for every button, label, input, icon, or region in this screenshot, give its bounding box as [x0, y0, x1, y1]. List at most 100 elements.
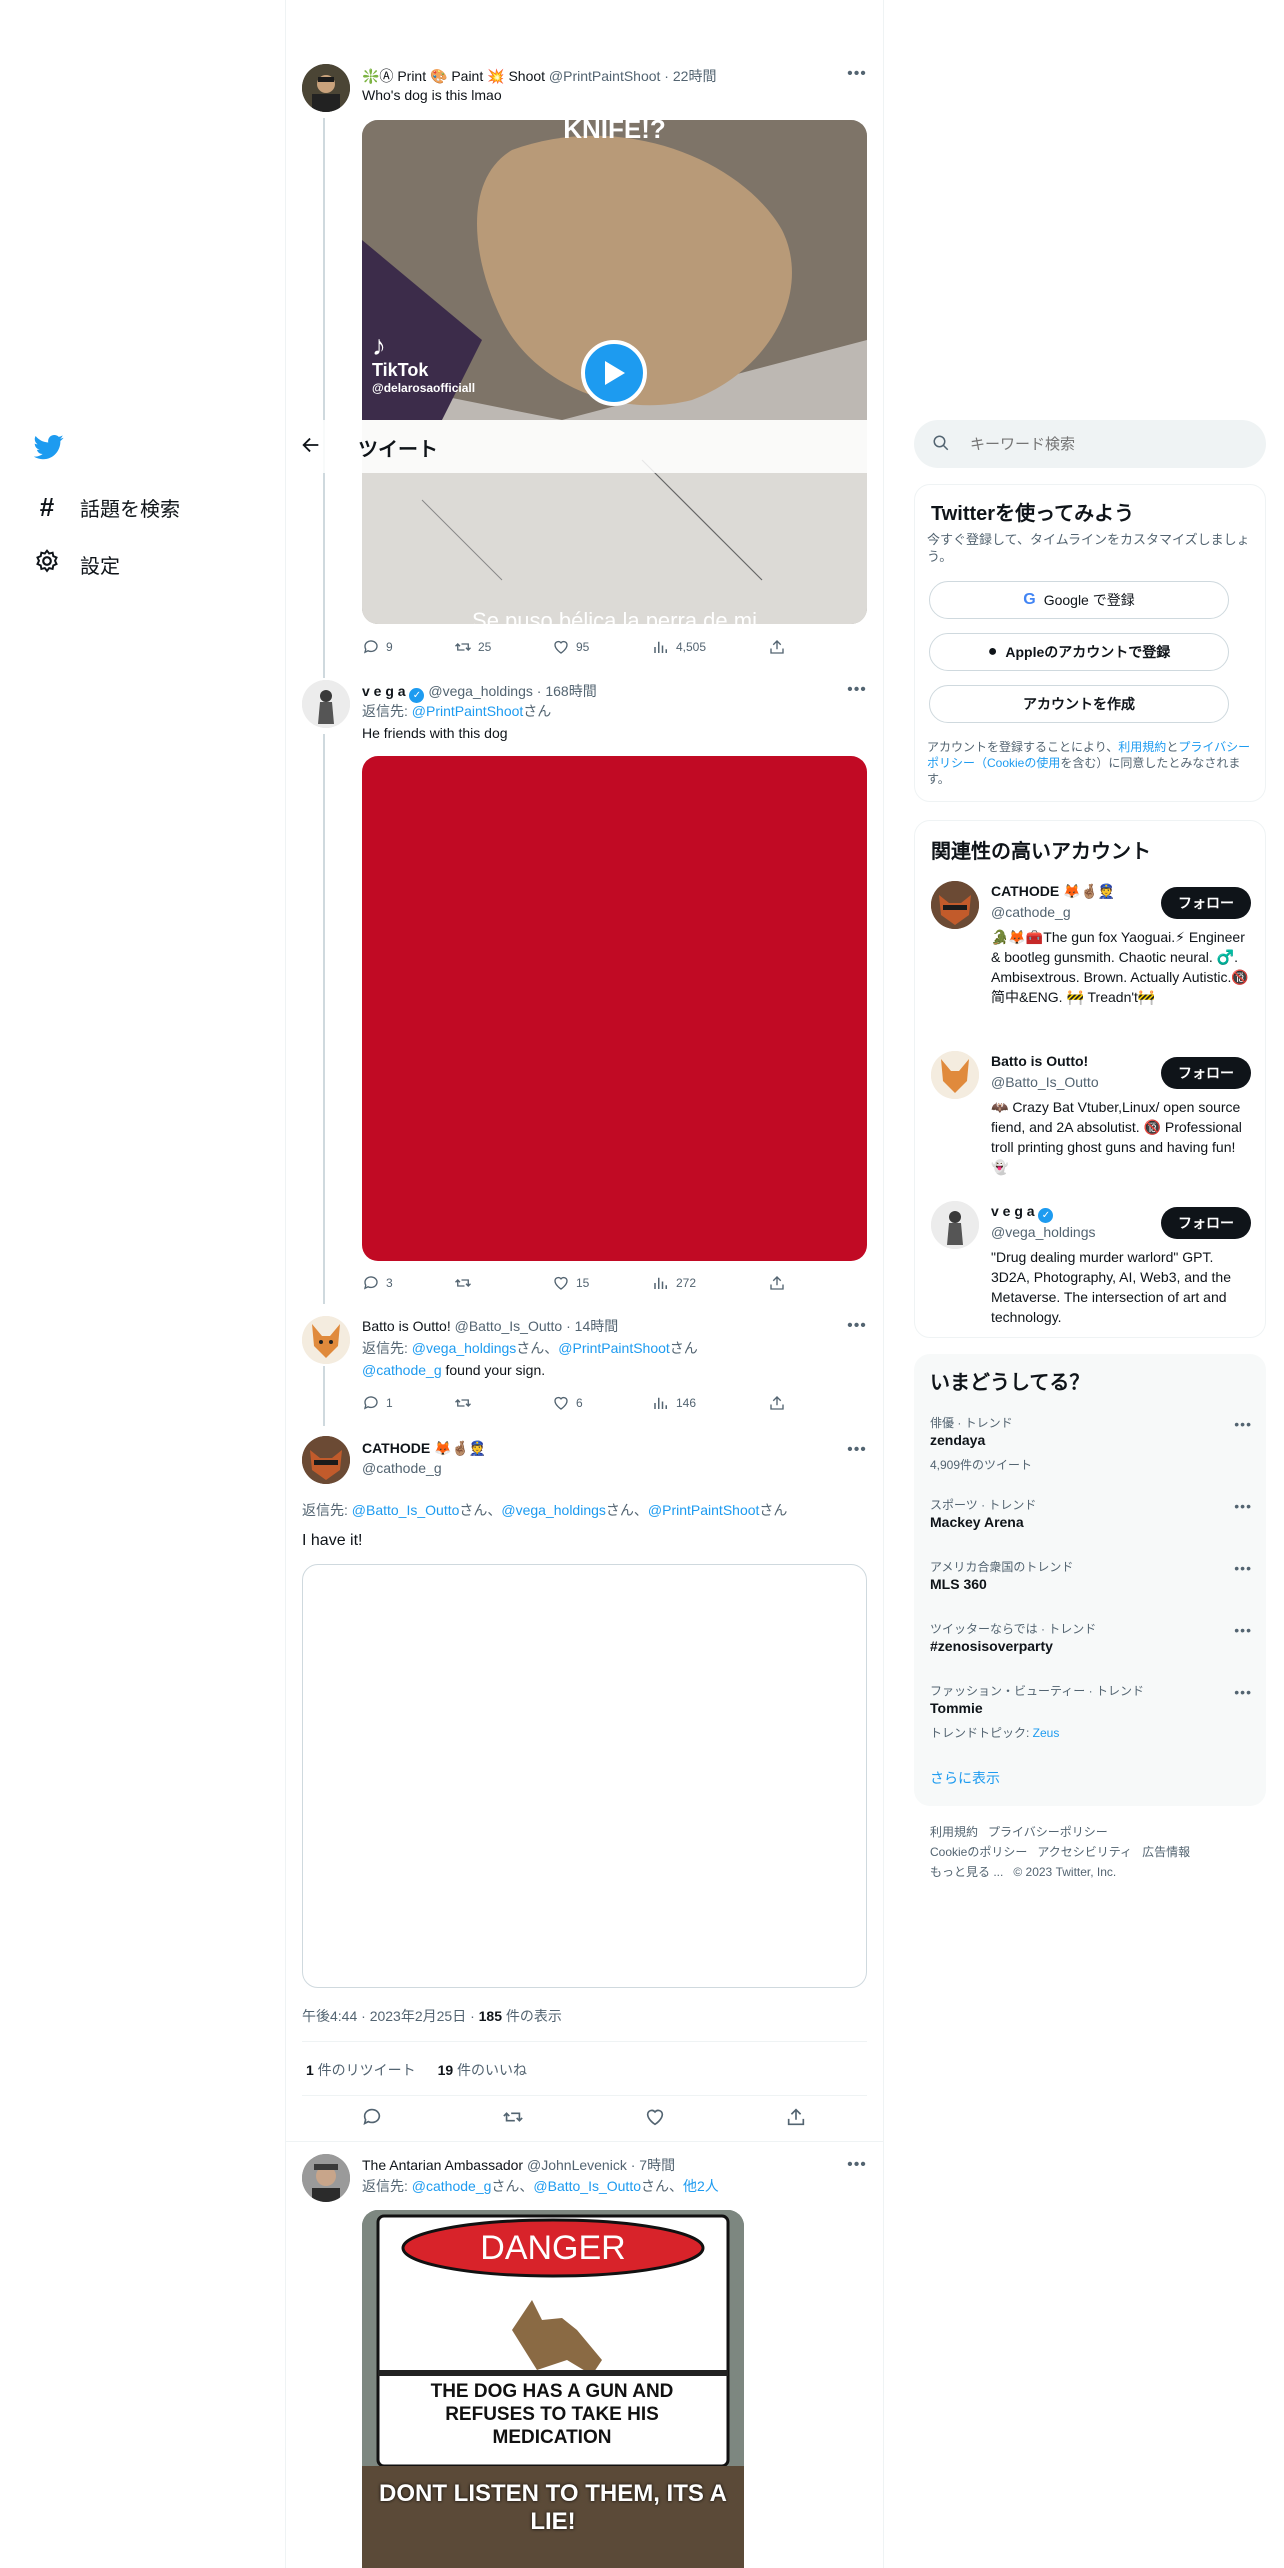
create-account-button[interactable]: アカウントを作成	[929, 685, 1229, 723]
back-arrow-icon[interactable]	[300, 434, 324, 458]
more-icon[interactable]: •••	[847, 1440, 867, 1460]
author-name[interactable]: ❇️Ⓐ Print 🎨 Paint 💥 Shoot	[362, 68, 545, 84]
retweet-stat[interactable]: 1 件のリツイート	[306, 2062, 416, 2078]
account-handle[interactable]: @cathode_g	[991, 904, 1071, 920]
mention-link[interactable]: @cathode_g	[412, 2178, 492, 2194]
retweet-button[interactable]	[502, 2106, 524, 2133]
thread-line	[323, 118, 325, 678]
author-name[interactable]: CATHODE 🦊🤞🏽👮	[362, 1440, 486, 1457]
footer-link[interactable]: 広告情報	[1142, 1845, 1190, 1859]
trend-topic-link[interactable]: Zeus	[1033, 1726, 1060, 1740]
google-signup-button[interactable]: G Google で登録	[929, 581, 1229, 619]
avatar[interactable]	[931, 1051, 979, 1099]
author-name[interactable]: The Antarian Ambassador	[362, 2157, 523, 2173]
more-icon[interactable]: •••	[1234, 1622, 1252, 1638]
reply-button[interactable]: 3	[362, 1274, 393, 1292]
search-input[interactable]	[970, 432, 1250, 456]
search-bar[interactable]	[914, 420, 1266, 468]
avatar[interactable]	[931, 881, 979, 929]
apple-signup-button[interactable]: ● Appleのアカウントで登録	[929, 633, 1229, 671]
more-icon[interactable]: •••	[847, 64, 867, 84]
more-icon[interactable]: •••	[1234, 1416, 1252, 1432]
share-button[interactable]	[768, 1274, 786, 1292]
avatar[interactable]	[302, 680, 350, 728]
account-handle[interactable]: @vega_holdings	[991, 1224, 1096, 1240]
more-icon[interactable]: •••	[1234, 1684, 1252, 1700]
mention-link[interactable]: @Batto_Is_Outto	[533, 2178, 641, 2194]
reply-button[interactable]: 9	[362, 638, 393, 656]
nav-item-settings[interactable]: 設定	[34, 548, 120, 580]
author-handle[interactable]: @vega_holdings	[428, 683, 533, 699]
retweet-button[interactable]: 25	[454, 638, 491, 656]
tweet-time[interactable]: 168時間	[545, 683, 596, 699]
author-handle[interactable]: @Batto_Is_Outto	[455, 1318, 563, 1334]
avatar[interactable]	[302, 64, 350, 112]
tweet-actions: 9 25 95 4,505	[362, 638, 867, 658]
footer-link[interactable]: 利用規約	[930, 1825, 978, 1839]
tweet-image[interactable]	[362, 756, 867, 1261]
mention-link[interactable]: @vega_holdings	[501, 1502, 606, 1518]
like-button[interactable]	[644, 2106, 666, 2133]
mention-link[interactable]: @Batto_Is_Outto	[352, 1502, 460, 1518]
terms-link[interactable]: 利用規約	[1118, 740, 1166, 754]
tweet-time[interactable]: 7時間	[639, 2157, 675, 2173]
account-name[interactable]: v e g a ✓	[991, 1203, 1054, 1223]
mention-link[interactable]: @cathode_g	[362, 1362, 442, 1378]
account-name[interactable]: Batto is Outto!	[991, 1053, 1088, 1069]
like-button[interactable]: 6	[552, 1394, 583, 1412]
like-button[interactable]: 15	[552, 1274, 589, 1292]
play-icon[interactable]	[581, 340, 647, 406]
nav-item-explore[interactable]: # 話題を検索	[34, 492, 180, 523]
verified-badge-icon: ✓	[409, 688, 425, 703]
views-button[interactable]: 4,505	[652, 638, 706, 656]
mention-link[interactable]: @PrintPaintShoot	[648, 1502, 760, 1518]
tweet-time[interactable]: 22時間	[673, 68, 717, 84]
like-stat[interactable]: 19 件のいいね	[438, 2062, 527, 2078]
retweet-button[interactable]	[454, 1394, 472, 1412]
footer-link[interactable]: Cookieのポリシー	[930, 1845, 1027, 1859]
avatar[interactable]	[302, 1316, 350, 1364]
views-button[interactable]: 272	[652, 1274, 696, 1292]
twitter-logo-icon[interactable]	[33, 432, 64, 462]
more-icon[interactable]: •••	[1234, 1498, 1252, 1514]
footer-link[interactable]: プライバシーポリシー	[988, 1825, 1108, 1839]
share-button[interactable]	[768, 638, 786, 656]
follow-button[interactable]: フォロー	[1161, 1207, 1251, 1239]
others-link[interactable]: 他2人	[683, 2178, 719, 2194]
tweet-video[interactable]: KNIFE!? Se puso bélica la perra de mi ♪ …	[362, 120, 867, 624]
reply-button[interactable]	[361, 2106, 383, 2133]
author-handle[interactable]: @PrintPaintShoot	[549, 68, 661, 84]
share-button[interactable]	[785, 2106, 807, 2133]
follow-button[interactable]: フォロー	[1161, 887, 1251, 919]
more-icon[interactable]: •••	[1234, 1560, 1252, 1576]
retweet-button[interactable]	[454, 1274, 472, 1292]
mention-link[interactable]: @PrintPaintShoot	[412, 703, 524, 719]
views-button[interactable]: 146	[652, 1394, 696, 1412]
avatar[interactable]	[302, 1436, 350, 1484]
footer-link[interactable]: もっと見る ...	[930, 1865, 1003, 1879]
author-name[interactable]: v e g a	[362, 683, 406, 699]
show-more-link[interactable]: さらに表示	[930, 1768, 1000, 1788]
more-icon[interactable]: •••	[847, 680, 867, 700]
mention-link[interactable]: @PrintPaintShoot	[558, 1340, 670, 1356]
author-name[interactable]: Batto is Outto!	[362, 1318, 451, 1334]
account-handle[interactable]: @Batto_Is_Outto	[991, 1074, 1099, 1090]
reply-button[interactable]: 1	[362, 1394, 393, 1412]
tiktok-user: @delarosaofficiall	[372, 381, 476, 395]
more-icon[interactable]: •••	[847, 2155, 867, 2175]
share-button[interactable]	[768, 1394, 786, 1412]
mention-link[interactable]: @vega_holdings	[412, 1340, 517, 1356]
gear-icon	[34, 548, 60, 580]
account-name[interactable]: CATHODE 🦊🤞🏽👮	[991, 883, 1115, 900]
avatar[interactable]	[302, 2154, 350, 2202]
author-handle[interactable]: @cathode_g	[362, 1460, 442, 1476]
tweet-image[interactable]: DANGER THE DOG HAS A GUN AND REFUSES TO …	[362, 2210, 744, 2568]
avatar[interactable]	[931, 1201, 979, 1249]
more-icon[interactable]: •••	[847, 1316, 867, 1336]
tweet-time[interactable]: 14時間	[575, 1318, 619, 1334]
author-handle[interactable]: @JohnLevenick	[527, 2157, 627, 2173]
follow-button[interactable]: フォロー	[1161, 1057, 1251, 1089]
footer-link[interactable]: アクセシビリティ	[1037, 1845, 1132, 1859]
like-button[interactable]: 95	[552, 638, 589, 656]
tweet-media-placeholder[interactable]	[302, 1564, 867, 1988]
